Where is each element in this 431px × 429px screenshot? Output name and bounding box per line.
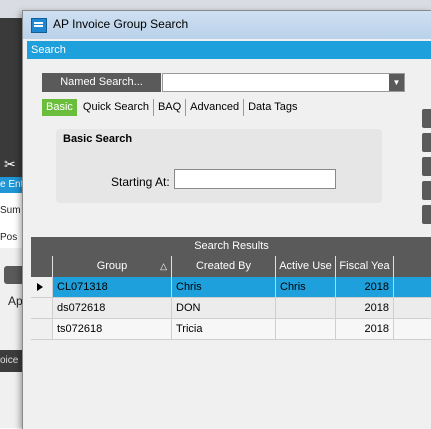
tab-advanced[interactable]: Advanced [186,99,245,116]
cell-group[interactable]: ts072618 [53,319,172,340]
row-indicator[interactable] [31,319,53,340]
column-header-group[interactable]: Group △ [53,256,172,277]
side-button-1[interactable] [422,109,431,128]
chevron-down-icon[interactable]: ▼ [389,74,404,91]
results-grid-header: Group △ Created By Active Use Fiscal Yea [31,256,431,277]
cell-group[interactable]: CL071318 [53,277,172,298]
search-section-header: Search [27,41,431,59]
cell-created-by[interactable]: Tricia [172,319,276,340]
cell-active-user[interactable]: Chris [276,277,336,298]
cell-fiscal-year[interactable]: 2018 [336,319,394,340]
search-results-header: Search Results [31,237,431,256]
app-icon [31,18,47,33]
tab-basic[interactable]: Basic [42,99,77,116]
column-header-empty [394,256,431,277]
column-header-fiscal-year[interactable]: Fiscal Yea [336,256,394,277]
cell-created-by[interactable]: DON [172,298,276,319]
search-dialog: AP Invoice Group Search Search Named Sea… [22,10,431,429]
search-tabs: Basic Quick Search BAQ Advanced Data Tag… [42,98,301,117]
starting-at-label: Starting At: [111,175,170,189]
window-title: AP Invoice Group Search [53,17,189,31]
title-bar[interactable]: AP Invoice Group Search [23,11,431,39]
table-row[interactable]: ts072618 Tricia 2018 [31,319,431,340]
cell-empty [394,298,431,319]
tab-data-tags[interactable]: Data Tags [244,99,301,116]
cell-group[interactable]: ds072618 [53,298,172,319]
column-header-created-by[interactable]: Created By [172,256,276,277]
side-button-4[interactable] [422,181,431,200]
tab-baq[interactable]: BAQ [154,99,187,116]
column-header-group-label: Group [96,260,128,272]
row-indicator[interactable] [31,277,53,298]
table-row[interactable]: CL071318 Chris Chris 2018 [31,277,431,298]
basic-search-title: Basic Search [63,133,133,145]
starting-at-input[interactable] [174,169,336,189]
side-button-2[interactable] [422,133,431,152]
cell-fiscal-year[interactable]: 2018 [336,298,394,319]
current-row-arrow-icon [37,283,43,291]
cell-empty [394,319,431,340]
cell-created-by[interactable]: Chris [172,277,276,298]
table-row[interactable]: ds072618 DON 2018 [31,298,431,319]
cell-active-user[interactable] [276,298,336,319]
named-search-button[interactable]: Named Search... [42,73,161,92]
sort-ascending-icon: △ [160,261,167,271]
row-indicator-header [31,256,53,277]
basic-search-panel: Basic Search Starting At: [56,129,382,203]
row-indicator[interactable] [31,298,53,319]
tab-quick-search[interactable]: Quick Search [79,99,154,116]
side-button-3[interactable] [422,157,431,176]
background-ap-label: Ap [8,294,23,308]
cell-empty [394,277,431,298]
cell-active-user[interactable] [276,319,336,340]
cell-fiscal-year[interactable]: 2018 [336,277,394,298]
named-search-combo[interactable]: ▼ [162,73,405,92]
side-button-5[interactable] [422,205,431,224]
scissors-icon[interactable]: ✂ [4,156,16,173]
column-header-active-user[interactable]: Active Use [276,256,336,277]
